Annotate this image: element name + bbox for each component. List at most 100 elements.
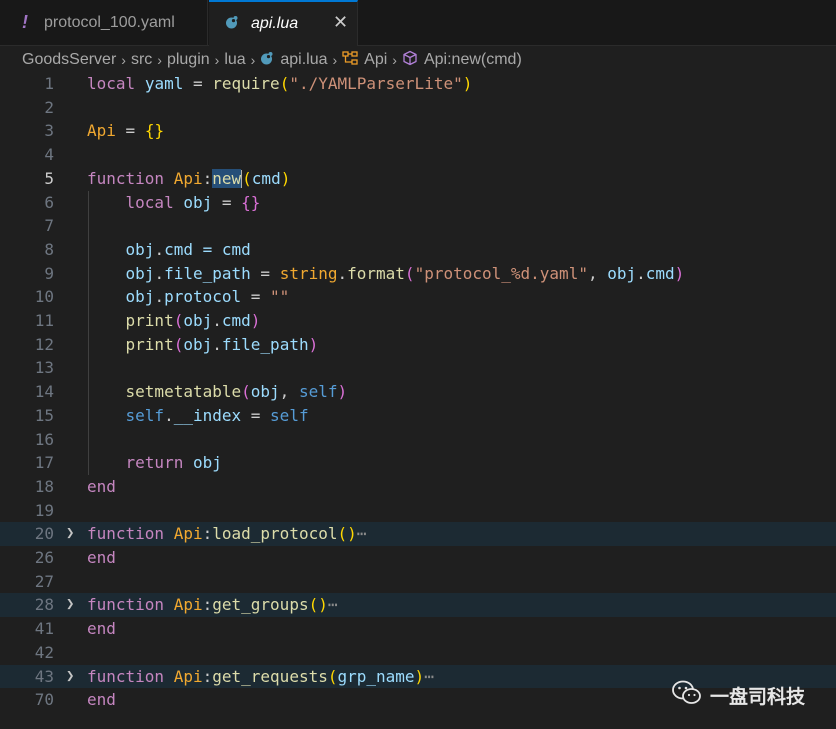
code-editor[interactable]: 1 local yaml = require("./YAMLParserLite…: [0, 72, 836, 729]
chevron-right-icon: ›: [392, 52, 397, 68]
code-text: obj.file_path = string.format("protocol_…: [125, 263, 685, 283]
line-number: 15: [34, 405, 54, 425]
tab-protocol-100-yaml[interactable]: ! protocol_100.yaml: [0, 0, 208, 45]
code-text: function Api:get_groups()⋯: [87, 595, 338, 615]
tab-label: protocol_100.yaml: [44, 13, 175, 31]
line-number: 42: [34, 642, 54, 662]
breadcrumb-item-plugin[interactable]: plugin: [167, 51, 210, 69]
wechat-icon: [672, 680, 702, 711]
breadcrumb-item-lua[interactable]: lua: [224, 51, 245, 69]
line-number: 1: [44, 74, 54, 93]
code-text: obj.cmd = cmd: [125, 239, 251, 259]
line-number: 7: [44, 216, 54, 236]
code-text: function Api:new(cmd): [87, 168, 291, 189]
breadcrumb-item-goodsserver[interactable]: GoodsServer: [22, 51, 116, 69]
code-line[interactable]: 7: [0, 214, 836, 238]
line-number: 14: [34, 382, 54, 402]
folded-ellipsis: ⋯: [356, 524, 367, 544]
code-line[interactable]: 14 setmetatable(obj, self): [0, 380, 836, 404]
code-line[interactable]: 17 return obj: [0, 451, 836, 475]
code-line[interactable]: 10 obj.protocol = "": [0, 285, 836, 309]
line-number: 9: [44, 263, 54, 283]
breadcrumb-label: Api: [364, 51, 388, 68]
line-number: 12: [34, 334, 54, 354]
code-text: local yaml = require("./YAMLParserLite"): [87, 74, 473, 93]
code-line[interactable]: 42: [0, 641, 836, 665]
code-text: end: [87, 619, 116, 639]
chevron-right-icon: ›: [214, 52, 220, 68]
fold-chevron-right-icon[interactable]: ❯: [66, 593, 74, 617]
line-number: 10: [34, 287, 54, 307]
code-text: print(obj.cmd): [125, 311, 261, 330]
code-line[interactable]: 9 obj.file_path = string.format("protoco…: [0, 262, 836, 286]
tab-api-lua[interactable]: api.lua ✕: [209, 0, 358, 46]
code-line[interactable]: 6 local obj = {}: [0, 191, 836, 215]
breadcrumb-label: api.lua: [280, 51, 328, 68]
line-number: 4: [44, 145, 54, 165]
breadcrumb-item-api-lua[interactable]: api.lua: [260, 51, 328, 70]
code-text: return obj: [125, 453, 222, 473]
line-number: 19: [34, 500, 54, 520]
watermark: 一盘司科技: [672, 680, 805, 711]
method-cube-icon: [402, 50, 418, 71]
lua-icon: [260, 51, 274, 70]
line-number: 41: [34, 619, 54, 639]
code-text: end: [87, 548, 116, 567]
code-line[interactable]: 11 print(obj.cmd): [0, 309, 836, 333]
fold-chevron-right-icon[interactable]: ❯: [66, 665, 74, 689]
breadcrumb-item-api[interactable]: Api: [342, 50, 387, 71]
code-line[interactable]: 27: [0, 570, 836, 594]
chevron-right-icon: ›: [250, 52, 256, 68]
breadcrumb-item-api-new[interactable]: Api:new(cmd): [402, 50, 522, 71]
code-line[interactable]: 4: [0, 143, 836, 167]
breadcrumb-label: Api:new(cmd): [423, 51, 522, 68]
line-number: 6: [44, 192, 54, 212]
code-line[interactable]: 5 function Api:new(cmd): [0, 167, 836, 191]
code-line[interactable]: 18 end: [0, 475, 836, 499]
line-number: 3: [44, 121, 54, 141]
code-line[interactable]: 26 end: [0, 546, 836, 570]
code-line[interactable]: 1 local yaml = require("./YAMLParserLite…: [0, 72, 836, 96]
code-line[interactable]: 41 end: [0, 617, 836, 641]
breadcrumb-item-src[interactable]: src: [131, 51, 152, 69]
line-number: 27: [34, 571, 54, 591]
code-text: local obj = {}: [125, 192, 261, 212]
code-line[interactable]: 12 print(obj.file_path): [0, 333, 836, 357]
folded-ellipsis: ⋯: [327, 595, 338, 615]
line-number: 8: [44, 239, 54, 259]
chevron-right-icon: ›: [121, 52, 126, 68]
folded-code-line[interactable]: 28 ❯ function Api:get_groups()⋯: [0, 593, 836, 618]
code-line[interactable]: 2: [0, 96, 836, 120]
code-line[interactable]: 3 Api = {}: [0, 119, 836, 143]
line-number: 16: [34, 429, 54, 449]
chevron-right-icon: ›: [332, 52, 338, 68]
line-number: 43: [34, 666, 54, 686]
code-line[interactable]: 16: [0, 428, 836, 452]
code-line[interactable]: 19: [0, 499, 836, 523]
code-line[interactable]: 15 self.__index = self: [0, 404, 836, 428]
folded-code-line[interactable]: 20 ❯ function Api:load_protocol()⋯: [0, 522, 836, 546]
line-number: 2: [44, 97, 54, 117]
line-number: 18: [34, 476, 54, 496]
lua-icon: [225, 15, 239, 34]
watermark-text: 一盘司科技: [710, 686, 806, 708]
code-text: function Api:load_protocol()⋯: [87, 524, 367, 544]
fold-chevron-right-icon[interactable]: ❯: [66, 522, 74, 546]
code-text: end: [87, 690, 116, 710]
close-icon[interactable]: ✕: [333, 12, 348, 33]
code-text: self.__index = self: [125, 405, 309, 425]
line-number: 13: [34, 358, 54, 378]
line-number: 11: [34, 311, 54, 330]
exclamation-icon: !: [22, 12, 28, 32]
tab-label: api.lua: [251, 15, 299, 32]
tab-bar: ! protocol_100.yaml api.lua ✕: [0, 0, 836, 46]
code-text: setmetatable(obj, self): [125, 382, 348, 402]
code-text: obj.protocol = "": [125, 287, 290, 307]
line-number: 20: [34, 524, 54, 544]
breadcrumb: GoodsServer › src › plugin › lua › api.l…: [22, 46, 522, 74]
code-line[interactable]: 8 obj.cmd = cmd: [0, 238, 836, 262]
class-icon: [342, 50, 358, 71]
folded-ellipsis: ⋯: [424, 666, 434, 686]
line-number: 70: [34, 690, 54, 710]
code-line[interactable]: 13: [0, 356, 836, 380]
